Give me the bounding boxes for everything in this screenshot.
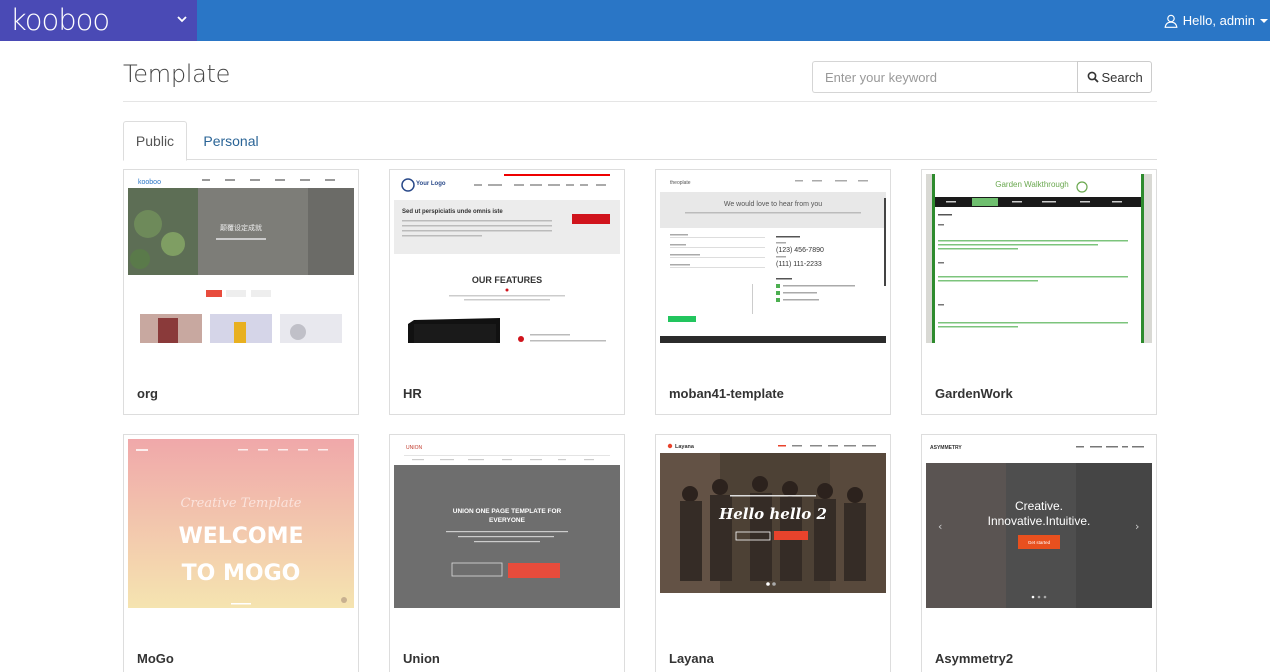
layana-preview-image: Layana Hello hello 2 xyxy=(660,439,886,608)
search-icon xyxy=(1087,71,1099,83)
template-thumbnail[interactable]: Layana Hello hello 2 xyxy=(660,439,886,608)
user-greeting[interactable]: Hello, admin xyxy=(1183,13,1255,28)
hr-features-text: OUR FEATURES xyxy=(472,275,542,285)
mogo-preview-image: Creative Template WELCOME TO MOGO xyxy=(128,439,354,608)
template-thumbnail[interactable]: UNION UNION ONE PAGE TEMPLATE FOR EVERYO… xyxy=(394,439,620,608)
mogo-line2-text: TO MOGO xyxy=(182,561,301,586)
asym-line2-text: Innovative.Intuitive. xyxy=(988,514,1091,528)
template-card-union[interactable]: UNION UNION ONE PAGE TEMPLATE FOR EVERYO… xyxy=(389,434,625,672)
template-thumbnail[interactable]: Garden Walkthrough xyxy=(926,174,1152,343)
union-brand-text: UNION xyxy=(406,445,423,451)
template-thumbnail[interactable]: theoplate We would love to hear from you… xyxy=(660,174,886,343)
template-card-mogo[interactable]: Creative Template WELCOME TO MOGO MoGo xyxy=(123,434,359,672)
moban-brand-text: theoplate xyxy=(670,180,691,186)
union-heading2-text: EVERYONE xyxy=(489,517,526,524)
asym-button-text: Get started xyxy=(1028,540,1051,545)
template-card-gardenwork[interactable]: Garden Walkthrough GardenWork xyxy=(921,169,1157,415)
mogo-script-text: Creative Template xyxy=(181,496,302,511)
mogo-line1-text: WELCOME xyxy=(178,524,303,549)
search-button-label: Search xyxy=(1101,69,1143,85)
layana-script-text: Hello hello 2 xyxy=(718,505,827,523)
page-title: Template xyxy=(123,60,231,88)
moban-phone2-text: (111) 111-2233 xyxy=(776,261,822,268)
gardenwork-preview-image: Garden Walkthrough xyxy=(926,174,1152,343)
tab-public[interactable]: Public xyxy=(123,121,187,161)
template-name[interactable]: Union xyxy=(403,651,440,666)
brand-logo[interactable]: kooboo xyxy=(10,0,110,41)
org-preview-image: kooboo 颠覆设定成就 xyxy=(128,174,354,343)
search-bar: Search xyxy=(812,61,1152,93)
template-name[interactable]: org xyxy=(137,386,158,401)
svg-text:kooboo: kooboo xyxy=(138,179,161,186)
template-card-asymmetry2[interactable]: ASYMMETRY Creative. Innovative.Intuitive… xyxy=(921,434,1157,672)
template-tabs: Public Personal xyxy=(123,121,1157,161)
template-card-hr[interactable]: Your Logo Sed ut perspiciatis unde omnis… xyxy=(389,169,625,415)
hr-preview-image: Your Logo Sed ut perspiciatis unde omnis… xyxy=(394,174,620,343)
hr-logo-text: Your Logo xyxy=(416,181,446,187)
template-name[interactable]: HR xyxy=(403,386,422,401)
tab-personal-label: Personal xyxy=(203,132,259,149)
template-thumbnail[interactable]: Your Logo Sed ut perspiciatis unde omnis… xyxy=(394,174,620,343)
asym-brand-text: ASYMMETRY xyxy=(930,445,962,451)
tab-public-label: Public xyxy=(135,133,175,149)
template-thumbnail[interactable]: ASYMMETRY Creative. Innovative.Intuitive… xyxy=(926,439,1152,608)
template-card-layana[interactable]: Layana Hello hello 2 Layana xyxy=(655,434,891,672)
svg-text:颠覆设定成就: 颠覆设定成就 xyxy=(220,223,262,232)
template-thumbnail[interactable]: kooboo 颠覆设定成就 xyxy=(128,174,354,343)
top-navbar: kooboo Hello, admin xyxy=(0,0,1270,41)
template-name[interactable]: Asymmetry2 xyxy=(935,651,1013,666)
moban41-preview-image: theoplate We would love to hear from you… xyxy=(660,174,886,343)
moban-phone1-text: (123) 456-7890 xyxy=(776,247,824,254)
search-input[interactable] xyxy=(812,61,1078,93)
user-icon xyxy=(1164,14,1178,28)
header-divider xyxy=(123,101,1157,102)
template-card-org[interactable]: kooboo 颠覆设定成就 org xyxy=(123,169,359,415)
brand-menu[interactable]: kooboo xyxy=(0,0,197,41)
template-name[interactable]: GardenWork xyxy=(935,386,1013,401)
svg-text:‹: ‹ xyxy=(938,520,942,533)
template-name[interactable]: Layana xyxy=(669,651,714,666)
garden-title-text: Garden Walkthrough xyxy=(995,180,1069,189)
svg-text:›: › xyxy=(1135,520,1139,533)
union-preview-image: UNION UNION ONE PAGE TEMPLATE FOR EVERYO… xyxy=(394,439,620,608)
moban-heading-text: We would love to hear from you xyxy=(724,201,822,208)
user-menu[interactable]: Hello, admin xyxy=(1164,0,1268,41)
hr-heading-text: Sed ut perspiciatis unde omnis iste xyxy=(402,209,503,215)
caret-down-icon[interactable] xyxy=(1260,17,1268,25)
search-button[interactable]: Search xyxy=(1077,61,1152,93)
union-heading1-text: UNION ONE PAGE TEMPLATE FOR xyxy=(453,508,562,515)
template-name[interactable]: moban41-template xyxy=(669,386,784,401)
template-name[interactable]: MoGo xyxy=(137,651,174,666)
tab-personal[interactable]: Personal xyxy=(195,121,267,160)
chevron-down-icon[interactable] xyxy=(176,13,188,25)
template-thumbnail[interactable]: Creative Template WELCOME TO MOGO xyxy=(128,439,354,608)
template-card-moban41[interactable]: theoplate We would love to hear from you… xyxy=(655,169,891,415)
layana-brand-text: Layana xyxy=(675,444,695,450)
asymmetry2-preview-image: ASYMMETRY Creative. Innovative.Intuitive… xyxy=(926,439,1152,608)
asym-line1-text: Creative. xyxy=(1015,499,1063,513)
